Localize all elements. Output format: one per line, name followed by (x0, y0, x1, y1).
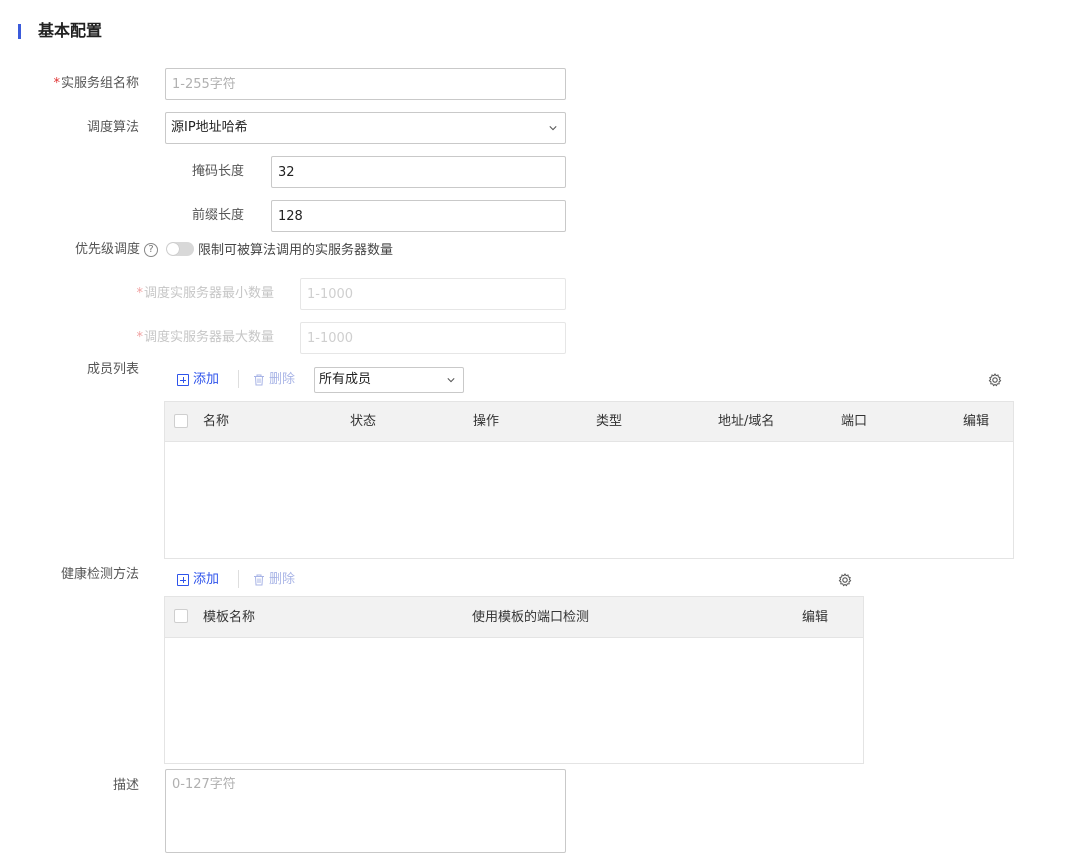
chevron-down-icon (447, 378, 455, 383)
health-add-button[interactable]: 添加 (177, 571, 219, 589)
members-filter-value: 所有成员 (319, 372, 372, 387)
column-header[interactable]: 类型 (596, 413, 622, 431)
mask-length-input[interactable] (271, 156, 566, 188)
column-header[interactable]: 操作 (473, 413, 499, 431)
section-accent-bar (18, 24, 21, 39)
group-name-input[interactable] (165, 68, 566, 100)
health-settings-gear-icon[interactable] (838, 573, 852, 587)
toolbar-divider (238, 370, 239, 388)
group-name-label: *实服务组名称 (53, 76, 139, 91)
members-label: 成员列表 (86, 362, 139, 377)
chevron-down-icon (549, 126, 557, 131)
algorithm-select[interactable]: 源IP地址哈希 (165, 112, 566, 144)
toggle-knob (167, 243, 179, 255)
plus-square-icon (177, 574, 189, 586)
members-table: 名称 状态 操作 类型 地址/域名 端口 编辑 (164, 401, 1014, 559)
required-mark: * (136, 286, 143, 301)
algorithm-label: 调度算法 (86, 120, 139, 135)
column-header[interactable]: 端口 (841, 413, 867, 431)
section-title: 基本配置 (38, 21, 103, 40)
members-delete-button[interactable]: 删除 (253, 371, 295, 389)
column-header[interactable]: 编辑 (802, 609, 828, 627)
members-filter-select[interactable]: 所有成员 (314, 367, 464, 393)
mask-length-label: 掩码长度 (191, 164, 244, 179)
column-header[interactable]: 状态 (350, 413, 376, 431)
members-settings-gear-icon[interactable] (988, 373, 1002, 387)
trash-icon (254, 374, 264, 386)
column-header[interactable]: 名称 (203, 413, 229, 431)
members-select-all-checkbox[interactable] (174, 414, 188, 428)
health-select-all-checkbox[interactable] (174, 609, 188, 623)
algorithm-selected-value: 源IP地址哈希 (171, 120, 248, 135)
column-header[interactable]: 地址/域名 (718, 413, 774, 431)
min-count-input (300, 278, 566, 310)
max-count-label: *调度实服务器最大数量 (136, 330, 274, 345)
required-mark: * (136, 330, 143, 345)
description-label: 描述 (112, 778, 139, 793)
required-mark: * (53, 76, 60, 91)
prefix-length-label: 前缀长度 (191, 208, 244, 223)
description-textarea[interactable] (165, 769, 566, 853)
column-header[interactable]: 使用模板的端口检测 (472, 609, 589, 627)
priority-label: 优先级调度? (0, 241, 158, 259)
min-count-label: *调度实服务器最小数量 (136, 286, 274, 301)
members-add-button[interactable]: 添加 (177, 371, 219, 389)
members-table-header: 名称 状态 操作 类型 地址/域名 端口 编辑 (165, 402, 1013, 442)
help-icon[interactable]: ? (144, 242, 158, 257)
priority-toggle-text: 限制可被算法调用的实服务器数量 (198, 243, 394, 258)
health-table: 模板名称 使用模板的端口检测 编辑 (164, 596, 864, 764)
health-table-header: 模板名称 使用模板的端口检测 编辑 (165, 597, 863, 638)
toolbar-divider (238, 570, 239, 588)
health-label: 健康检测方法 (60, 567, 139, 582)
priority-toggle[interactable] (166, 242, 194, 256)
trash-icon (254, 574, 264, 586)
plus-square-icon (177, 374, 189, 386)
column-header[interactable]: 编辑 (963, 413, 989, 431)
column-header[interactable]: 模板名称 (203, 609, 255, 627)
health-delete-button[interactable]: 删除 (253, 571, 295, 589)
max-count-input (300, 322, 566, 354)
prefix-length-input[interactable] (271, 200, 566, 232)
